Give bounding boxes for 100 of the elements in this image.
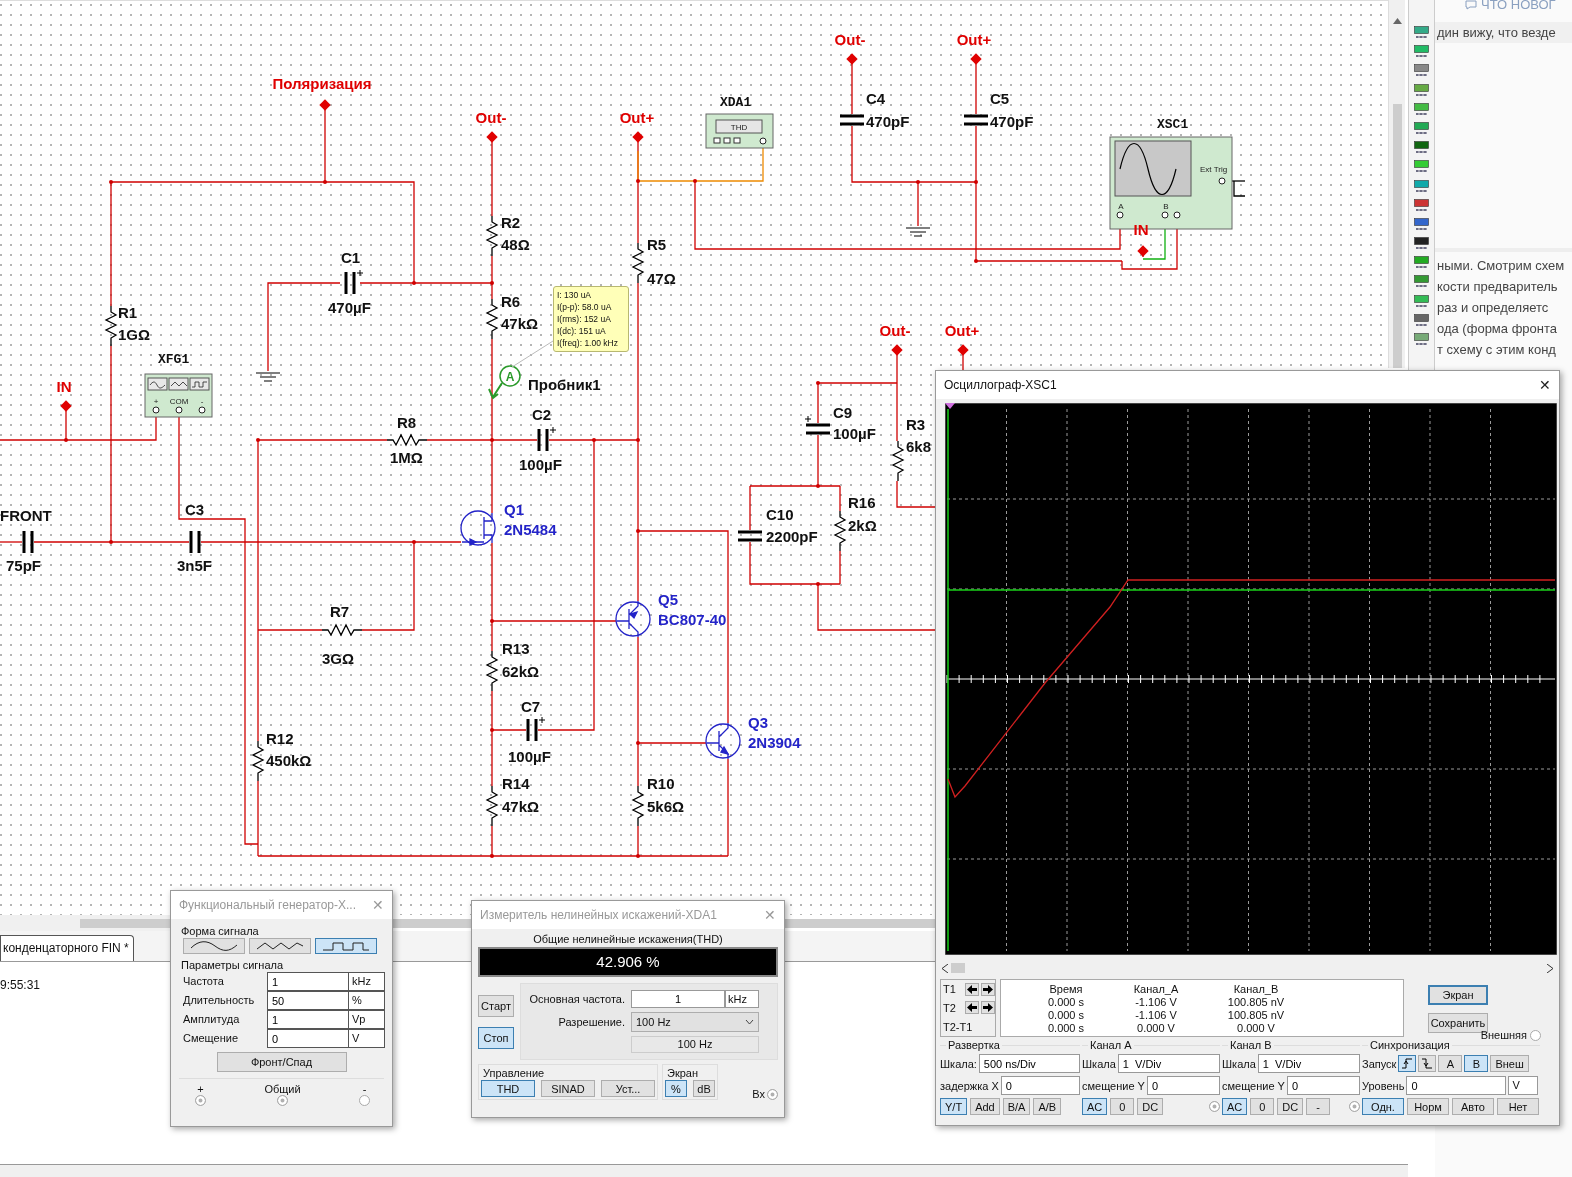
channel-terminal-radio[interactable] [1209, 1101, 1220, 1112]
input-field[interactable]: 50 [267, 991, 349, 1010]
instrument-icon[interactable] [1414, 141, 1429, 156]
instrument-icon[interactable] [1414, 237, 1429, 252]
resistor-symbol[interactable] [485, 785, 499, 827]
sheet-tab[interactable]: конденцаторного FIN * [0, 935, 134, 961]
trigger-source-button[interactable]: A [1438, 1055, 1463, 1072]
horizontal-scrollbar[interactable] [0, 915, 170, 931]
jfet-symbol[interactable] [460, 510, 496, 547]
resistor-symbol[interactable] [833, 510, 847, 552]
resistor-symbol[interactable] [485, 215, 499, 257]
display-mode-button[interactable]: B/A [1002, 1098, 1031, 1115]
capacitor-symbol[interactable] [736, 530, 764, 542]
scrollbar-thumb[interactable] [1392, 104, 1402, 368]
capacitor-symbol[interactable] [838, 114, 866, 126]
scroll-right-icon[interactable] [1547, 963, 1553, 973]
net-label: Out+ [944, 322, 980, 339]
input-field[interactable]: 1 [267, 972, 349, 991]
resistor-symbol[interactable] [251, 740, 265, 782]
close-button[interactable]: ✕ [1539, 377, 1551, 393]
trigger-edge-button[interactable] [1398, 1055, 1417, 1072]
trigger-source-button[interactable]: B [1464, 1055, 1489, 1072]
input-field[interactable]: 1 V/Div [1257, 1054, 1360, 1073]
trigger-source-button[interactable]: Внеш [1490, 1055, 1529, 1072]
resistor-symbol[interactable] [485, 298, 499, 340]
coupling-button[interactable]: DC [1137, 1098, 1164, 1115]
terminal-radio[interactable] [195, 1095, 206, 1106]
input-field[interactable]: 0 [1406, 1076, 1507, 1095]
coupling-button[interactable]: - [1306, 1098, 1331, 1115]
input-field[interactable]: 1 [631, 990, 725, 1008]
cursor-right-button[interactable] [981, 982, 995, 996]
resistor-symbol[interactable] [631, 785, 645, 827]
coupling-button[interactable]: 0 [1250, 1098, 1275, 1115]
trigger-edge-button[interactable] [1418, 1055, 1437, 1072]
terminal-radio[interactable] [359, 1095, 370, 1106]
input-field[interactable]: 0 [1286, 1076, 1360, 1095]
resistor-symbol[interactable] [104, 305, 118, 347]
mode-button[interactable]: SINAD [541, 1080, 595, 1097]
input-field[interactable]: 0 [267, 1029, 349, 1048]
waveform-button[interactable] [315, 938, 377, 954]
resistor-symbol[interactable] [386, 433, 428, 447]
distortion-analyzer-symbol[interactable] [705, 113, 774, 149]
trigger-mode-button[interactable]: Нет [1497, 1098, 1539, 1115]
vertical-scrollbar[interactable] [1388, 0, 1405, 368]
scroll-left-icon[interactable] [942, 963, 948, 973]
channel-terminal-radio[interactable] [1349, 1101, 1360, 1112]
scrollbar-thumb[interactable] [393, 918, 471, 928]
resistor-symbol[interactable] [891, 440, 905, 482]
cursor-right-button[interactable] [981, 1001, 995, 1015]
resistor-symbol[interactable] [631, 242, 645, 284]
scrollbar-thumb[interactable] [80, 918, 170, 928]
resolution-dropdown[interactable]: 100 Hz [631, 1012, 759, 1032]
display-mode-button[interactable]: Add [970, 1098, 1000, 1115]
polarized-capacitor-symbol[interactable] [804, 415, 832, 435]
waveform-button[interactable] [183, 938, 245, 954]
cursor-left-button[interactable] [965, 1001, 979, 1015]
external-radio[interactable] [1530, 1029, 1541, 1041]
input-field[interactable]: 1 [267, 1010, 349, 1029]
function-generator-symbol[interactable] [144, 373, 213, 418]
scrollbar-thumb[interactable] [951, 963, 965, 973]
polarized-capacitor-symbol[interactable] [344, 269, 364, 296]
unit-button[interactable]: % [665, 1080, 687, 1097]
coupling-button[interactable]: AC [1082, 1098, 1108, 1115]
trigger-mode-button[interactable]: Норм [1407, 1098, 1449, 1115]
transistor-symbol[interactable] [615, 600, 651, 638]
mode-button[interactable]: Уст... [601, 1080, 655, 1097]
waveform-button[interactable] [249, 938, 311, 954]
polarized-capacitor-symbol[interactable] [526, 716, 546, 743]
display-mode-button[interactable]: A/B [1033, 1098, 1062, 1115]
run-button[interactable]: Стоп [478, 1027, 514, 1049]
display-mode-button[interactable]: Y/T [940, 1098, 968, 1115]
resistor-symbol[interactable] [321, 623, 363, 637]
terminal-radio[interactable] [277, 1095, 288, 1106]
capacitor-symbol[interactable] [962, 114, 990, 126]
screen-button[interactable]: Экран [1428, 985, 1488, 1005]
horizontal-scrollbar[interactable] [942, 961, 1553, 975]
input-terminal-radio[interactable] [767, 1088, 778, 1100]
resistor-symbol[interactable] [485, 650, 499, 692]
coupling-button[interactable]: AC [1222, 1098, 1248, 1115]
trigger-mode-button[interactable]: Авто [1452, 1098, 1494, 1115]
transistor-symbol[interactable] [705, 722, 741, 760]
cursor-left-button[interactable] [965, 982, 979, 996]
input-field[interactable]: 0 [1000, 1076, 1080, 1095]
input-field[interactable]: 500 ns/Div [978, 1054, 1080, 1073]
scrollbar-thumb[interactable] [785, 918, 935, 928]
coupling-button[interactable]: 0 [1110, 1098, 1135, 1115]
polarized-capacitor-symbol[interactable] [537, 426, 557, 453]
rise-fall-button[interactable]: Фронт/Спад [216, 1052, 347, 1072]
capacitor-symbol[interactable] [22, 529, 34, 555]
scroll-up-icon[interactable] [1392, 18, 1402, 24]
coupling-button[interactable]: DC [1277, 1098, 1304, 1115]
capacitor-symbol[interactable] [189, 529, 201, 555]
trigger-mode-button[interactable]: Одн. [1362, 1098, 1404, 1115]
run-button[interactable]: Старт [478, 995, 514, 1017]
mode-button[interactable]: THD [481, 1080, 535, 1097]
input-field[interactable]: 0 [1146, 1076, 1220, 1095]
unit-button[interactable]: dB [693, 1080, 715, 1097]
cursor-marker-icon[interactable] [945, 403, 955, 409]
input-field[interactable]: 1 V/Div [1117, 1054, 1220, 1073]
probe-icon[interactable] [488, 365, 521, 400]
